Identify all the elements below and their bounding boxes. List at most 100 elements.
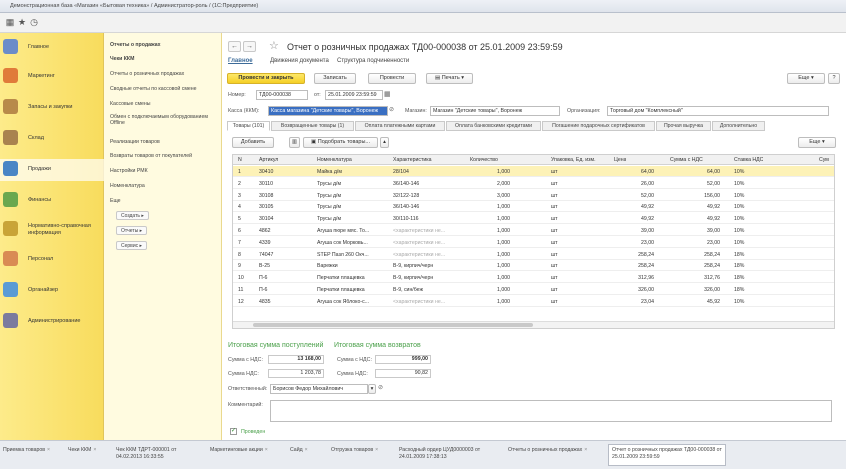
task-current-report[interactable]: Отчет о розничных продажах ТД00-000038 о… xyxy=(608,444,726,466)
more-actions-button[interactable]: Еще ▾ xyxy=(787,73,825,84)
print-button[interactable]: ▤ Печать ▾ xyxy=(426,73,473,84)
col-header-quantity[interactable]: Количество xyxy=(470,157,498,163)
col-header-article[interactable]: Артикул xyxy=(259,157,278,163)
col-header-item[interactable]: Номенклатура xyxy=(317,157,352,163)
nav-link-receipts[interactable]: Чеки ККМ xyxy=(110,56,218,62)
help-button[interactable]: ? xyxy=(828,73,840,84)
shop-field[interactable]: Магазин "Детские товары", Воронеж xyxy=(430,106,560,116)
save-button[interactable]: Записать xyxy=(314,73,356,84)
post-and-close-button[interactable]: Провести и закрыть xyxy=(227,73,305,84)
menu-grid-icon[interactable]: ▦ xyxy=(4,16,16,29)
tab-additional[interactable]: Дополнительно xyxy=(712,121,765,131)
table-row[interactable]: 4 30105 Трусы д/м 36/140-146 1,000 шт 49,92 49,… xyxy=(233,201,834,213)
sidebar-item-finance[interactable]: Финансы xyxy=(0,190,104,212)
table-row[interactable]: 3 30108 Трусы д/м 32/122-128 3,000 шт 52,00 156… xyxy=(233,190,834,201)
create-menu-button[interactable]: Создать ▸ xyxy=(116,211,149,220)
favorites-star-icon[interactable]: ★ xyxy=(16,16,28,29)
nav-link-returns[interactable]: Возвраты товаров от покупателей xyxy=(110,153,218,159)
sidebar-item-warehouse[interactable]: Склад xyxy=(0,128,104,150)
sidebar-item-admin[interactable]: Администрирование xyxy=(0,311,104,333)
task-receipts[interactable]: Чеки ККМ × xyxy=(68,447,96,454)
tab-other-income[interactable]: Прочая выручка xyxy=(656,121,711,131)
nav-link-more[interactable]: Еще xyxy=(110,198,218,204)
table-row[interactable]: 11 П-6 Перчатки плащевка В-9, син/беж 1,000 ш… xyxy=(233,284,834,295)
back-arrow-icon[interactable]: ← xyxy=(228,41,241,52)
barcode-icon[interactable]: ▥ xyxy=(289,137,300,148)
nav-link-cash-shifts[interactable]: Кассовые смены xyxy=(110,101,218,107)
col-header-sum[interactable]: Сум xyxy=(819,157,829,163)
tab-main[interactable]: Главное xyxy=(228,58,253,64)
task-cash-order[interactable]: Расходный ордер ЦУД0000003 от 24.01.2009… xyxy=(399,447,497,460)
tab-card-payments[interactable]: Оплата платежными картами xyxy=(355,121,445,131)
close-icon[interactable]: × xyxy=(265,447,268,453)
forward-arrow-icon[interactable]: → xyxy=(243,41,256,52)
table-row[interactable]: 9 В-25 Варежки В-9, кирпич/черн 1,000 шт 258,2… xyxy=(233,260,834,272)
history-clock-icon[interactable]: ◷ xyxy=(28,16,40,29)
tab-movements[interactable]: Движения документа xyxy=(270,58,329,64)
nav-link-nomenclature[interactable]: Номенклатура xyxy=(110,183,218,189)
service-menu-button[interactable]: Сервис ▸ xyxy=(116,241,148,250)
close-icon[interactable]: × xyxy=(93,447,96,453)
sidebar-item-staff[interactable]: Персонал xyxy=(0,249,104,271)
open-responsible-icon[interactable]: ⊘ xyxy=(378,384,383,391)
add-row-button[interactable]: Добавить xyxy=(232,137,274,148)
date-field[interactable]: 25.01.2009 23:59:59 xyxy=(325,90,383,100)
task-shipment[interactable]: Отгрузка товаров × xyxy=(331,447,378,454)
org-field[interactable]: Торговый дом "Комплексный" xyxy=(607,106,829,116)
tab-goods[interactable]: Товары (101) xyxy=(227,121,270,131)
number-field[interactable]: ТД00-000038 xyxy=(256,90,308,100)
favorite-star-icon[interactable]: ☆ xyxy=(269,39,279,52)
sidebar-item-marketing[interactable]: Маркетинг xyxy=(0,66,104,88)
nav-link-retail-reports[interactable]: Отчеты о розничных продажах xyxy=(110,71,218,77)
posted-checkbox[interactable]: ✓ xyxy=(230,428,237,435)
task-retail-reports[interactable]: Отчеты о розничных продажах × xyxy=(508,447,587,454)
nav-link-rmk-settings[interactable]: Настройки РМК xyxy=(110,168,218,174)
task-receipt-goods[interactable]: Приемка товаров × xyxy=(3,447,50,454)
scrollbar-thumb[interactable] xyxy=(253,323,533,327)
nav-link-offline-exchange[interactable]: Обмен с подключаемым оборудованием Offli… xyxy=(110,114,218,126)
close-icon[interactable]: × xyxy=(47,447,50,453)
calendar-icon[interactable]: ▦ xyxy=(384,90,391,98)
pick-goods-button[interactable]: ▣ Подобрать товары... xyxy=(303,137,378,148)
sidebar-item-stock[interactable]: Запасы и закупки xyxy=(0,97,104,119)
up-arrow-icon[interactable]: ▴ xyxy=(380,137,389,148)
post-button[interactable]: Провести xyxy=(368,73,416,84)
table-row[interactable]: 7 4339 Агуша сок Морковь... <характеристики… xyxy=(233,237,834,248)
table-row[interactable]: 12 4835 Агуша сок Яблоко-с... <характеристи… xyxy=(233,296,834,307)
responsible-field[interactable]: Борисов Федор Михайлович xyxy=(270,384,368,394)
task-site[interactable]: Сайд × xyxy=(290,447,308,454)
close-icon[interactable]: × xyxy=(584,447,587,453)
table-row[interactable]: 6 4862 Агуша пюре мяс. То... <характеристик… xyxy=(233,225,834,236)
sidebar-item-main[interactable]: Главное xyxy=(0,37,104,59)
horizontal-scrollbar[interactable] xyxy=(233,321,834,328)
table-row[interactable]: 1 30410 Майка д/м 28/104 1,000 шт 64,00 64,00 10… xyxy=(233,166,834,177)
kassa-field[interactable]: Касса магазина "Детские товары", Воронеж xyxy=(268,106,388,116)
tab-structure[interactable]: Структура подчиненности xyxy=(337,58,409,64)
task-marketing-actions[interactable]: Маркетинговые акции × xyxy=(210,447,268,454)
sidebar-item-reference[interactable]: Нормативно-справочная информация xyxy=(0,219,104,245)
close-icon[interactable]: × xyxy=(375,447,378,453)
col-header-sum-vat[interactable]: Сумма с НДС xyxy=(670,157,703,163)
task-receipt-doc[interactable]: Чек ККМ ТДРТ-000001 от 04.02.2013 16:33:… xyxy=(116,447,196,460)
col-header-n[interactable]: N xyxy=(238,157,242,163)
tab-gift-certificates[interactable]: Погашение подарочных сертификатов xyxy=(542,121,655,131)
col-header-price[interactable]: Цена xyxy=(614,157,626,163)
sidebar-item-sales[interactable]: Продажи xyxy=(0,159,104,181)
nav-link-sales[interactable]: Реализации товаров xyxy=(110,139,218,145)
col-header-characteristic[interactable]: Характеристика xyxy=(393,157,432,163)
table-row[interactable]: 8 74047 STEP Пазл 260 Окч... <характеристик… xyxy=(233,249,834,260)
col-header-unit[interactable]: Упаковка, Ед. изм. xyxy=(551,157,596,163)
open-kassa-icon[interactable]: ⊘ xyxy=(389,106,394,113)
table-row[interactable]: 10 П-6 Перчатки плащевка В-9, кирпич/черн 1,… xyxy=(233,272,834,284)
responsible-dropdown[interactable]: ▾ xyxy=(368,384,376,394)
tab-bank-credit[interactable]: Оплата банковскими кредитами xyxy=(446,121,541,131)
comment-field[interactable] xyxy=(270,400,832,422)
table-more-button[interactable]: Еще ▾ xyxy=(798,137,836,148)
col-header-vat-rate[interactable]: Ставка НДС xyxy=(734,157,763,163)
table-row[interactable]: 2 30110 Трусы д/м 36/140-146 2,000 шт 26,00 52,… xyxy=(233,178,834,189)
close-icon[interactable]: × xyxy=(305,447,308,453)
table-row[interactable]: 5 30104 Трусы д/м 30/110-116 1,000 шт 49,92 49,… xyxy=(233,213,834,225)
nav-link-summary-reports[interactable]: Сводные отчеты по кассовой смене xyxy=(110,86,218,92)
nav-link-sales-reports[interactable]: Отчеты о продажах xyxy=(110,42,218,48)
sidebar-item-organizer[interactable]: Органайзер xyxy=(0,280,104,302)
